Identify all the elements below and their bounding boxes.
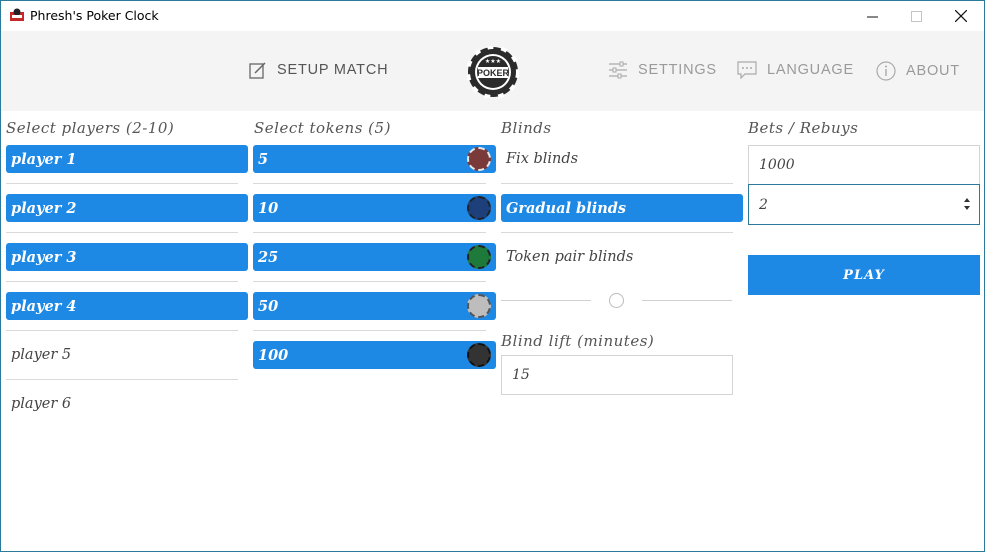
token-value: 50 xyxy=(258,297,279,315)
token-item[interactable]: 50 xyxy=(253,292,496,320)
player-name: player 5 xyxy=(11,347,72,363)
token-value: 100 xyxy=(258,346,289,364)
minimize-icon xyxy=(866,16,878,17)
red-chip-icon xyxy=(467,147,491,171)
blue-chip-icon xyxy=(467,196,491,220)
player-name: player 1 xyxy=(11,150,77,168)
sliders-icon xyxy=(609,61,627,79)
close-button[interactable] xyxy=(938,1,984,31)
token-item[interactable]: 25 xyxy=(253,243,496,271)
token-value: 25 xyxy=(258,248,279,266)
top-nav: SETUP MATCH POKER ★★★ SETTINGS LANGUAGE … xyxy=(1,31,984,111)
app-logo-icon xyxy=(10,8,24,21)
green-chip-icon xyxy=(467,245,491,269)
divider xyxy=(6,183,238,184)
bet-amount-input[interactable]: 1000 xyxy=(748,145,980,185)
nav-about-label: ABOUT xyxy=(906,63,960,79)
blind-option-label: Token pair blinds xyxy=(506,249,634,265)
blind-lift-label: Blind lift (minutes) xyxy=(501,332,655,350)
player-item[interactable]: player 4 xyxy=(6,292,248,320)
close-icon xyxy=(955,10,967,22)
black-chip-icon xyxy=(467,343,491,367)
edit-icon xyxy=(249,62,266,79)
maximize-icon xyxy=(910,10,922,22)
token-value: 5 xyxy=(258,150,269,168)
players-label: Select players (2-10) xyxy=(6,119,175,137)
player-name: player 2 xyxy=(11,199,77,217)
nav-language-label: LANGUAGE xyxy=(767,62,854,78)
svg-text:★★★: ★★★ xyxy=(485,58,501,65)
blind-option-label: Fix blinds xyxy=(506,151,579,167)
tokens-label: Select tokens (5) xyxy=(254,119,391,137)
blind-option-label: Gradual blinds xyxy=(506,199,627,217)
divider xyxy=(253,232,486,233)
play-button[interactable]: PLAY xyxy=(748,255,980,295)
token-item[interactable]: 10 xyxy=(253,194,496,222)
bet-amount-value: 1000 xyxy=(759,157,795,173)
nav-setup-match[interactable]: SETUP MATCH xyxy=(249,61,388,79)
token-item[interactable]: 5 xyxy=(253,145,496,173)
title-bar[interactable]: Phresh's Poker Clock xyxy=(1,1,984,31)
app-window: Phresh's Poker Clock SETUP MATCH POKER ★… xyxy=(0,0,985,552)
bets-label: Bets / Rebuys xyxy=(748,119,859,137)
player-name: player 3 xyxy=(11,248,77,266)
player-item[interactable]: player 1 xyxy=(6,145,248,173)
info-icon xyxy=(876,61,896,81)
divider xyxy=(501,183,733,184)
maximize-button[interactable] xyxy=(893,1,939,31)
spinner-arrows-icon xyxy=(964,198,970,210)
divider xyxy=(6,232,238,233)
slider-track-right xyxy=(642,300,732,301)
divider xyxy=(6,330,238,331)
chat-bubble-icon xyxy=(737,61,757,79)
divider xyxy=(253,183,486,184)
blind-lift-input[interactable]: 15 xyxy=(501,355,733,395)
player-item[interactable]: player 6 xyxy=(6,390,248,418)
nav-settings[interactable]: SETTINGS xyxy=(608,61,717,79)
blind-option-fix[interactable]: Fix blinds xyxy=(501,145,743,173)
blind-option-gradual[interactable]: Gradual blinds xyxy=(501,194,743,222)
divider xyxy=(253,330,486,331)
player-item[interactable]: player 2 xyxy=(6,194,248,222)
divider xyxy=(6,281,238,282)
rebuys-select[interactable]: 2 xyxy=(748,184,980,225)
token-item[interactable]: 100 xyxy=(253,341,496,369)
blind-option-token-pair[interactable]: Token pair blinds xyxy=(501,243,743,271)
player-item[interactable]: player 3 xyxy=(6,243,248,271)
logo-text: POKER xyxy=(477,68,510,78)
slider-track-left xyxy=(501,300,591,301)
blinds-label: Blinds xyxy=(501,119,552,137)
minimize-button[interactable] xyxy=(849,1,895,31)
token-value: 10 xyxy=(258,199,279,217)
blind-lift-value: 15 xyxy=(512,367,530,383)
blind-slider-thumb[interactable] xyxy=(609,293,624,308)
divider xyxy=(253,281,486,282)
player-name: player 4 xyxy=(11,297,77,315)
window-title: Phresh's Poker Clock xyxy=(30,8,159,23)
nav-setup-label: SETUP MATCH xyxy=(277,62,389,78)
poker-chip-logo[interactable]: POKER ★★★ xyxy=(467,46,519,98)
nav-settings-label: SETTINGS xyxy=(638,62,717,78)
divider xyxy=(6,379,238,380)
white-chip-icon xyxy=(467,294,491,318)
divider xyxy=(501,232,733,233)
nav-about[interactable]: ABOUT xyxy=(876,61,960,81)
player-item[interactable]: player 5 xyxy=(6,341,248,369)
rebuys-value: 2 xyxy=(759,196,768,213)
nav-language[interactable]: LANGUAGE xyxy=(737,61,854,79)
player-name: player 6 xyxy=(11,396,72,412)
